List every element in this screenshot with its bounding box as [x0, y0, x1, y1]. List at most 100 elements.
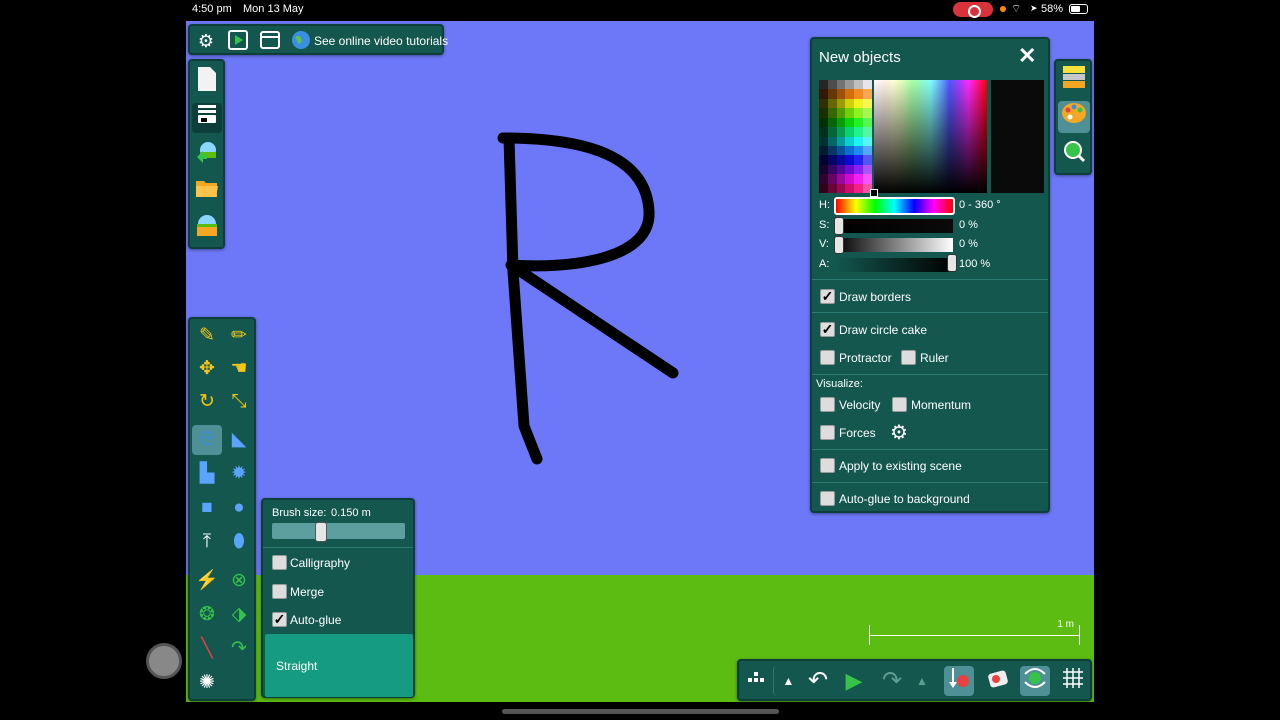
gear-icon[interactable]: ⚙ [890, 420, 908, 445]
fixate-tool-icon[interactable]: ⊗ [224, 566, 254, 596]
palette-swatch[interactable] [863, 108, 872, 118]
palette-swatch[interactable] [854, 183, 864, 193]
palette-swatch[interactable] [845, 108, 855, 118]
home-indicator[interactable] [502, 709, 779, 714]
palette-swatch[interactable] [827, 164, 837, 175]
value-slider[interactable] [836, 238, 953, 252]
gear-icon[interactable]: ⚙ [195, 30, 217, 52]
ruler-checkbox[interactable] [901, 350, 916, 365]
palette-swatch[interactable] [836, 117, 846, 128]
palette-swatch[interactable] [819, 98, 828, 109]
plane-tool-icon[interactable]: ⤒ [192, 527, 222, 557]
apply-existing-checkbox[interactable] [820, 458, 835, 473]
palette-swatch[interactable] [863, 127, 872, 137]
pencil-tool-icon[interactable]: ✏ [224, 321, 254, 351]
palette-swatch[interactable] [854, 155, 864, 165]
palette-swatch[interactable] [863, 98, 872, 109]
palette-swatch[interactable] [836, 145, 846, 156]
palette-swatch[interactable] [827, 127, 837, 137]
play-icon[interactable]: ▶ [839, 666, 869, 696]
palette-swatch[interactable] [819, 174, 828, 184]
hinge-tool-icon[interactable]: ⬗ [224, 600, 254, 630]
polygon-tool-icon[interactable]: ▙ [192, 459, 222, 489]
redo-icon[interactable]: ↷ [877, 666, 907, 696]
assistive-touch-button[interactable] [146, 643, 182, 679]
palette-swatch[interactable] [819, 183, 828, 193]
brush-size-thumb[interactable] [315, 522, 327, 542]
palette-swatch[interactable] [836, 80, 846, 90]
palette-swatch[interactable] [854, 108, 864, 118]
axle-tool-icon[interactable]: ❂ [192, 600, 222, 630]
color-palette-grid[interactable] [819, 80, 872, 193]
tracer-tool-icon[interactable]: ↷ [224, 634, 254, 664]
spring-tool-icon[interactable]: ⚡ [192, 566, 222, 596]
palette-swatch[interactable] [845, 155, 855, 165]
palette-swatch[interactable] [845, 80, 855, 90]
palette-swatch[interactable] [836, 155, 846, 165]
knife-tool-icon[interactable]: ◣ [224, 425, 254, 455]
palette-swatch[interactable] [819, 145, 828, 156]
draw-circle-cake-checkbox[interactable]: ✓ [820, 322, 835, 337]
palette-swatch[interactable] [827, 155, 837, 165]
up-arrow-icon[interactable]: ▲ [773, 666, 803, 696]
palette-swatch[interactable] [863, 136, 872, 146]
value-thumb[interactable] [834, 236, 844, 254]
palette-swatch[interactable] [836, 89, 846, 99]
show-controller-icon[interactable] [1020, 666, 1050, 696]
palette-swatch[interactable] [854, 89, 864, 99]
palette-swatch[interactable] [854, 80, 864, 90]
palette-swatch[interactable] [863, 117, 872, 128]
scene-browser-icon[interactable] [192, 214, 222, 244]
palette-swatch[interactable] [854, 164, 864, 175]
palette-swatch[interactable] [854, 136, 864, 146]
palette-swatch[interactable] [836, 98, 846, 109]
laser-tool-icon[interactable]: ╲ [192, 634, 222, 664]
palette-swatch[interactable] [819, 89, 828, 99]
gear-tool-icon[interactable]: ✹ [224, 459, 254, 489]
new-document-icon[interactable] [192, 66, 222, 96]
brush-size-slider[interactable] [272, 523, 405, 539]
draw-borders-checkbox[interactable]: ✓ [820, 289, 835, 304]
palette-swatch[interactable] [854, 145, 864, 156]
picker-cursor[interactable] [870, 189, 878, 197]
gravity-icon[interactable] [944, 666, 974, 696]
palette-swatch[interactable] [863, 80, 872, 90]
palette-swatch[interactable] [845, 136, 855, 146]
palette-swatch[interactable] [827, 117, 837, 128]
autoglue-checkbox[interactable]: ✓ [272, 612, 287, 627]
palette-swatch[interactable] [845, 183, 855, 193]
palette-swatch[interactable] [845, 127, 855, 137]
palette-swatch[interactable] [819, 164, 828, 175]
palette-swatch[interactable] [845, 98, 855, 109]
straight-button[interactable]: Straight [265, 634, 413, 697]
palette-swatch[interactable] [845, 145, 855, 156]
palette-swatch[interactable] [836, 127, 846, 137]
air-friction-icon[interactable] [983, 666, 1013, 696]
alpha-slider[interactable] [836, 258, 953, 272]
palette-swatch[interactable] [863, 145, 872, 156]
palette-swatch[interactable] [827, 108, 837, 118]
palette-swatch[interactable] [827, 89, 837, 99]
palette-swatch[interactable] [827, 183, 837, 193]
brush-tool-icon[interactable]: ᘓ [192, 425, 222, 455]
palette-swatch[interactable] [819, 80, 828, 90]
circle-tool-icon[interactable]: ● [224, 493, 254, 523]
rotate-tool-icon[interactable]: ↻ [192, 387, 222, 417]
color-picker-area[interactable] [870, 80, 987, 197]
tutorials-link[interactable]: See online video tutorials [314, 34, 448, 48]
globe-icon[interactable] [290, 30, 312, 52]
saturation-slider[interactable] [836, 219, 953, 233]
palette-swatch[interactable] [827, 80, 837, 90]
velocity-checkbox[interactable] [820, 397, 835, 412]
menu-grid-icon[interactable] [741, 666, 771, 696]
palette-swatch[interactable] [836, 108, 846, 118]
palette-swatch[interactable] [819, 108, 828, 118]
protractor-checkbox[interactable] [820, 350, 835, 365]
drag-tool-icon[interactable]: ☚ [224, 354, 254, 384]
autoglue-background-checkbox[interactable] [820, 491, 835, 506]
palette-swatch[interactable] [854, 98, 864, 109]
spiral-tool-icon[interactable]: ✺ [192, 668, 222, 698]
background-icon[interactable] [1058, 65, 1090, 97]
palette-swatch[interactable] [827, 145, 837, 156]
palette-swatch[interactable] [827, 174, 837, 184]
